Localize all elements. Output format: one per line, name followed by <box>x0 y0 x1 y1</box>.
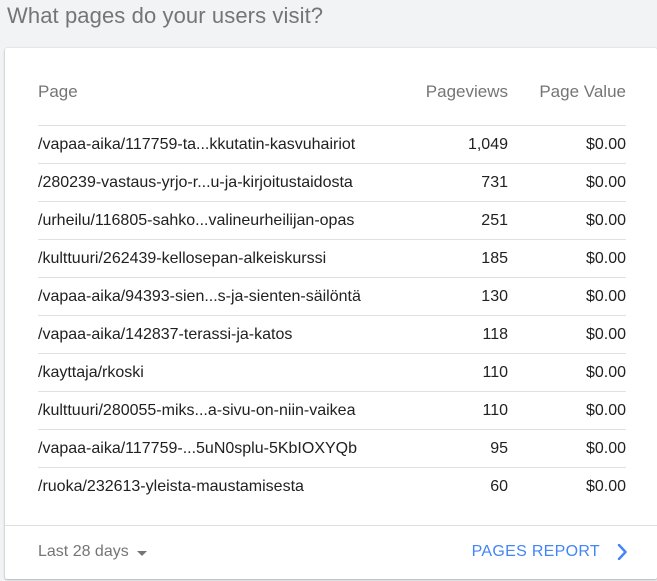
row-page: /vapaa-aika/117759-ta...kkutatin-kasvuha… <box>38 135 356 153</box>
row-page-value: $0.00 <box>585 363 626 381</box>
table-row: /vapaa-aika/94393-sien...s-ja-sienten-sä… <box>38 278 626 316</box>
row-page: /kulttuuri/262439-kellosepan-alkeiskurss… <box>38 249 327 267</box>
row-page-value: $0.00 <box>585 478 626 495</box>
caret-down-icon <box>136 550 147 556</box>
row-pageviews: 110 <box>482 401 508 419</box>
row-pageviews: 118 <box>482 325 508 343</box>
row-page-value: $0.00 <box>585 439 626 457</box>
row-page: /urheilu/116805-sahko...valineurheilijan… <box>38 211 355 229</box>
row-pageviews: 110 <box>482 363 508 381</box>
widget-heading: What pages do your users visit? <box>7 3 324 28</box>
row-pageviews: 60 <box>490 478 508 495</box>
table-row: /kayttaja/rkoski 110 $0.00 <box>38 354 626 392</box>
row-page: /kayttaja/rkoski <box>38 363 144 381</box>
row-page-value: $0.00 <box>585 211 626 229</box>
row-pageviews: 1,049 <box>467 135 508 153</box>
header-page: Page <box>38 82 78 101</box>
row-pageviews: 185 <box>481 249 508 267</box>
table-row: /kulttuuri/262439-kellosepan-alkeiskurss… <box>38 240 626 278</box>
row-pageviews: 731 <box>481 173 508 191</box>
table-row: /vapaa-aika/117759-ta...kkutatin-kasvuha… <box>38 126 626 164</box>
row-page-value: $0.00 <box>585 135 626 153</box>
row-pageviews: 130 <box>481 287 508 305</box>
table-header: Page Pageviews Page Value <box>38 78 626 126</box>
card-footer: Last 28 days PAGES REPORT <box>5 525 657 579</box>
pages-table: Page Pageviews Page Value /vapaa-aika/11… <box>38 78 626 506</box>
table-row: /kulttuuri/280055-miks...a-sivu-on-niin-… <box>38 392 626 430</box>
row-page-value: $0.00 <box>585 401 626 419</box>
row-page-value: $0.00 <box>585 287 626 305</box>
row-pageviews: 251 <box>481 211 508 229</box>
row-page: /ruoka/232613-yleista-maustamisesta <box>38 478 304 495</box>
date-range-dropdown[interactable]: Last 28 days <box>38 543 147 561</box>
chevron-right-icon <box>617 544 627 560</box>
row-page-value: $0.00 <box>585 249 626 267</box>
row-page: /vapaa-aika/117759-...5uN0splu-5KbIOXYQb <box>38 439 358 457</box>
date-range-label: Last 28 days <box>38 543 129 560</box>
row-page-value: $0.00 <box>585 325 626 343</box>
row-pageviews: 95 <box>490 439 508 457</box>
header-page-value: Page Value <box>539 82 626 101</box>
table-row: /280239-vastaus-yrjo-r...u-ja-kirjoitust… <box>38 164 626 202</box>
row-page: /vapaa-aika/94393-sien...s-ja-sienten-sä… <box>38 287 361 305</box>
row-page: /280239-vastaus-yrjo-r...u-ja-kirjoitust… <box>38 173 353 191</box>
row-page: /vapaa-aika/142837-terassi-ja-katos <box>38 325 293 343</box>
pages-report-link[interactable]: PAGES REPORT <box>472 543 627 561</box>
table-row: /vapaa-aika/142837-terassi-ja-katos 118 … <box>38 316 626 354</box>
pages-widget: What pages do your users visit? Page Pag… <box>0 0 657 581</box>
row-page: /kulttuuri/280055-miks...a-sivu-on-niin-… <box>38 401 356 419</box>
header-pageviews: Pageviews <box>425 82 508 101</box>
row-page-value: $0.00 <box>585 173 626 191</box>
table-row: /vapaa-aika/117759-...5uN0splu-5KbIOXYQb… <box>38 430 626 468</box>
pages-card: Page Pageviews Page Value /vapaa-aika/11… <box>5 48 657 579</box>
pages-report-label: PAGES REPORT <box>471 543 600 560</box>
table-row: /ruoka/232613-yleista-maustamisesta 60 $… <box>38 468 626 506</box>
table-row: /urheilu/116805-sahko...valineurheilijan… <box>38 202 626 240</box>
